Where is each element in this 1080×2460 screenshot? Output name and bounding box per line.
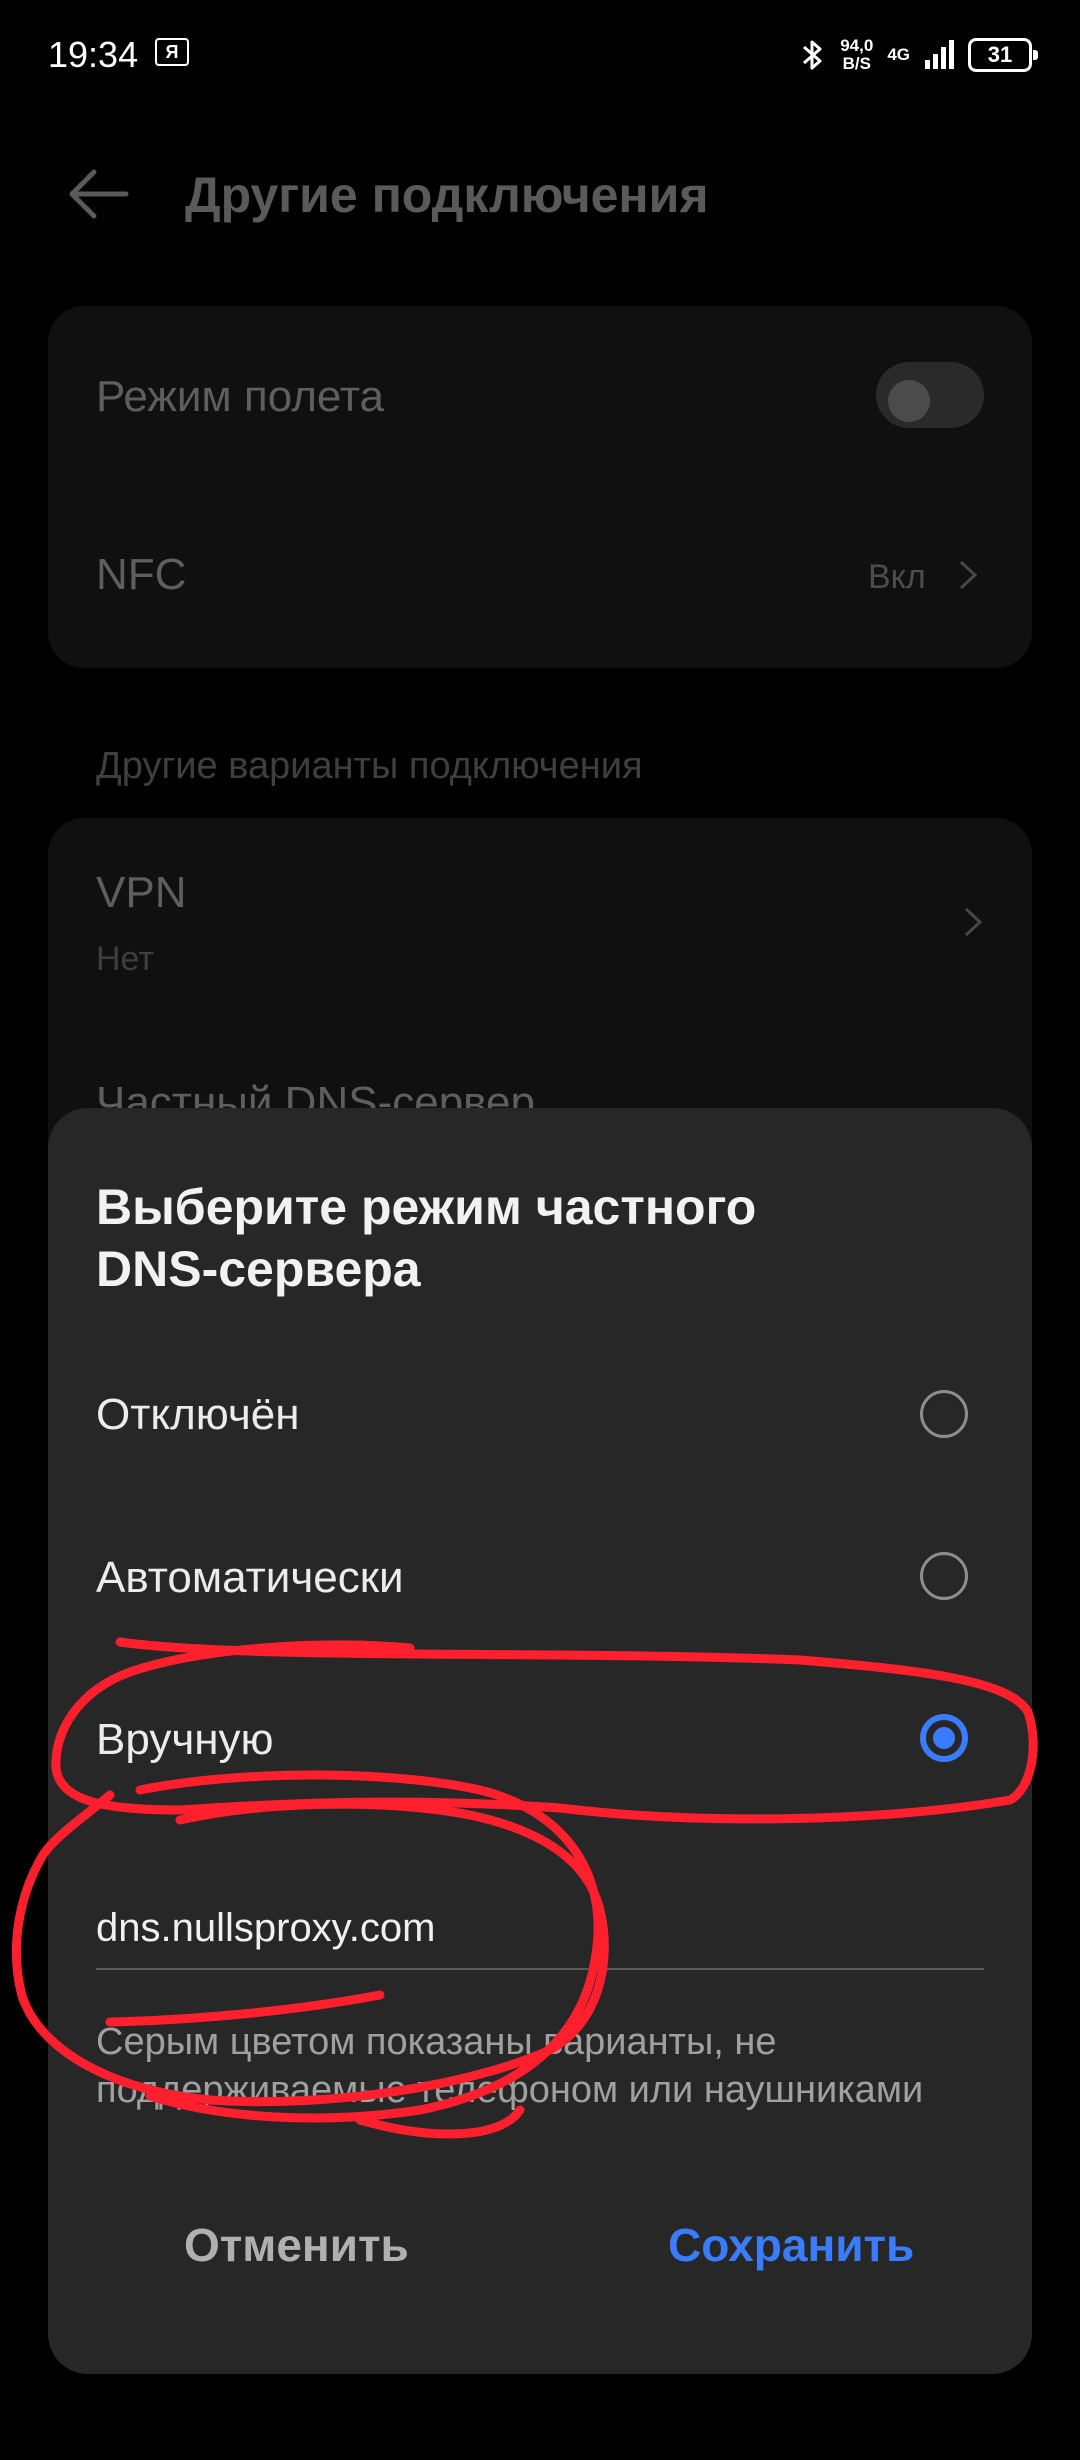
airplane-mode-label: Режим полета	[96, 372, 385, 421]
radio-off[interactable]	[920, 1390, 968, 1438]
battery-icon: 31	[968, 38, 1038, 72]
dialog-hint: Серым цветом показаны варианты, не подде…	[96, 2021, 924, 2111]
status-time: 19:34	[48, 34, 139, 75]
battery-level: 31	[987, 42, 1013, 67]
vpn-label[interactable]: VPN	[96, 868, 186, 918]
yandex-notification-icon: Я	[155, 38, 189, 66]
radio-manual[interactable]	[920, 1714, 968, 1762]
signal-icon	[925, 40, 954, 69]
option-automatic-label[interactable]: Автоматически	[96, 1553, 404, 1603]
cancel-button[interactable]: Отменить	[184, 2218, 409, 2272]
chevron-right-icon	[960, 560, 978, 590]
back-arrow-icon[interactable]	[66, 166, 130, 222]
private-dns-dialog: Выберите режим частного DNS-сервера Откл…	[48, 1108, 1032, 2374]
status-icons: 94,0 B/S 4G 31	[800, 30, 1038, 80]
toggle-knob	[888, 380, 930, 422]
dialog-title: Выберите режим частного DNS-сервера	[96, 1179, 757, 1297]
bluetooth-icon	[803, 40, 822, 70]
network-speed: 94,0 B/S	[840, 37, 873, 73]
save-button[interactable]: Сохранить	[668, 2218, 914, 2272]
nfc-label[interactable]: NFC	[96, 550, 186, 600]
network-type: 4G	[887, 45, 910, 64]
option-manual-label[interactable]: Вручную	[96, 1715, 274, 1765]
network-speed-unit: B/S	[842, 54, 871, 73]
nfc-status: Вкл	[868, 558, 926, 596]
vpn-status: Нет	[96, 940, 154, 978]
chevron-right-icon	[964, 907, 983, 937]
nfc-value[interactable]: Вкл	[868, 558, 979, 597]
dns-hostname-input[interactable]	[96, 1888, 984, 1970]
radio-automatic[interactable]	[920, 1552, 968, 1600]
connections-card	[48, 306, 1032, 668]
section-header: Другие варианты подключения	[96, 745, 643, 787]
option-off-label[interactable]: Отключён	[96, 1390, 300, 1440]
airplane-mode-toggle[interactable]	[876, 362, 984, 428]
page-title: Другие подключения	[185, 167, 709, 223]
network-speed-value: 94,0	[840, 36, 874, 55]
